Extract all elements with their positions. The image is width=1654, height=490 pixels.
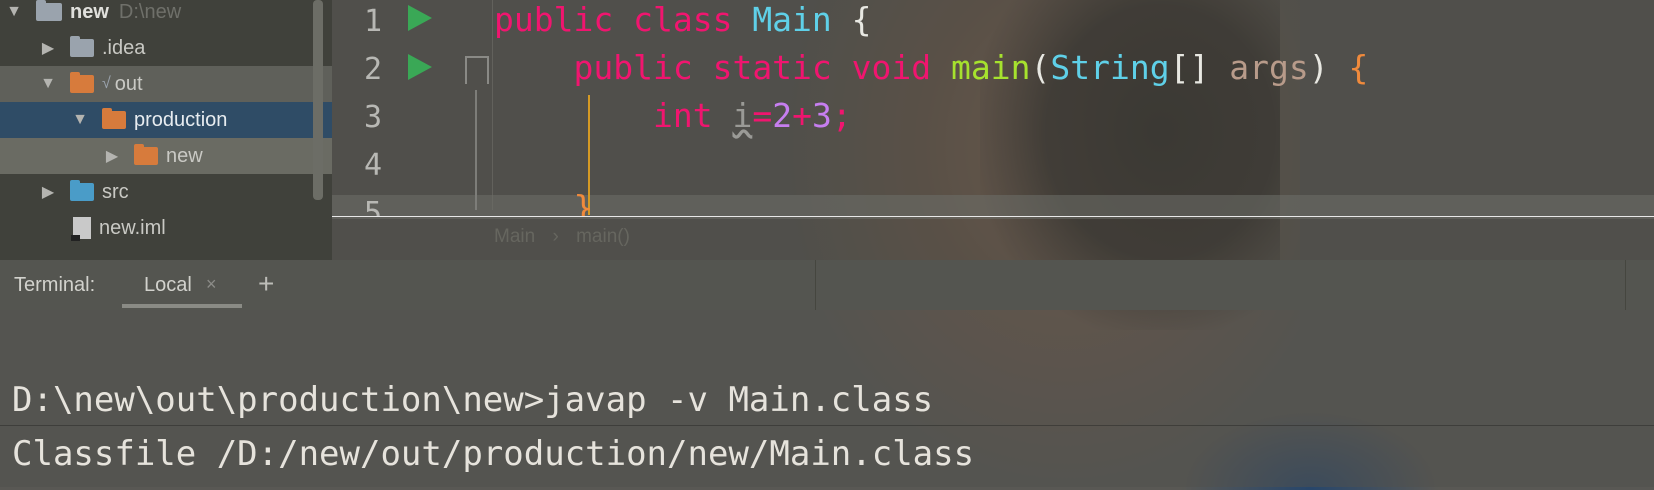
line-number: 1 [363, 4, 382, 39]
terminal-line-command: D:\new\out\production\new>javap -v Main.… [12, 380, 934, 420]
breadcrumb: Main › main() [494, 226, 630, 248]
tree-item-label: production [134, 108, 228, 131]
brace: { [851, 0, 872, 39]
chevron-right-icon[interactable]: ▶ [104, 146, 120, 166]
tab-active-indicator [122, 304, 242, 308]
array-brackets: [] [1169, 48, 1210, 87]
code-editor[interactable]: 1 2 3 4 5 public class Main { public sta… [332, 0, 1654, 260]
line-number: 2 [363, 52, 382, 87]
toolbar-divider [815, 260, 816, 310]
keyword-void: void [851, 48, 932, 87]
brace: } [573, 188, 594, 216]
brace: { [1348, 48, 1369, 87]
chevron-right-icon[interactable]: ▶ [40, 38, 56, 58]
add-tab-button[interactable]: + [258, 268, 274, 300]
line-number: 3 [363, 100, 382, 135]
tree-item-label: new [166, 144, 203, 167]
paren-close: ) [1308, 48, 1329, 87]
project-tree-panel: ▼ new D:\new ▶ .idea ▼ √ out ▼ productio… [0, 0, 332, 260]
code-line-2: public static void main(String[] args) { [494, 48, 1368, 87]
breadcrumb-separator: › [552, 226, 559, 247]
chevron-down-icon[interactable]: ▼ [40, 75, 56, 93]
chevron-down-icon[interactable]: ▼ [72, 111, 88, 129]
project-tree-scrollbar[interactable] [313, 0, 323, 200]
source-folder-icon [70, 180, 94, 201]
method-name: main [951, 48, 1031, 87]
semicolon: ; [831, 96, 852, 135]
tree-item-label: out [114, 72, 143, 95]
line-number: 5 [363, 196, 382, 216]
class-name: Main [752, 0, 832, 39]
breadcrumb-class[interactable]: Main [494, 226, 535, 247]
tab-local[interactable]: Local × [122, 268, 242, 308]
terminal-line-output: Classfile /D:/new/out/production/new/Mai… [12, 434, 975, 474]
fold-collapse-icon[interactable] [465, 56, 489, 84]
keyword-public: public [494, 0, 614, 39]
tree-root-path: D:\new [118, 0, 182, 23]
tree-item-production[interactable]: ▼ production [0, 102, 332, 138]
tree-item-out[interactable]: ▼ √ out [0, 66, 332, 102]
module-folder-icon [36, 0, 62, 21]
paren-open: ( [1030, 48, 1051, 87]
breadcrumb-method[interactable]: main() [576, 226, 630, 247]
line-number: 4 [363, 148, 382, 183]
keyword-class: class [633, 0, 733, 39]
editor-bottom-border [332, 216, 1654, 217]
toolbar-divider [1625, 260, 1626, 310]
tree-item-label: new.iml [99, 216, 166, 239]
excluded-folder-icon [70, 72, 94, 93]
code-line-1: public class Main { [494, 0, 872, 39]
terminal-line-separator [0, 425, 1654, 426]
tree-item-label: src [102, 180, 129, 203]
operator-assign: = [752, 96, 773, 135]
keyword-static: static [712, 48, 832, 87]
terminal-toolbar: Terminal: Local × + [0, 260, 1654, 310]
keyword-int: int [652, 96, 713, 135]
chevron-down-icon[interactable]: ▼ [6, 3, 22, 21]
tree-root-new[interactable]: ▼ new D:\new [0, 0, 332, 30]
tree-item-new[interactable]: ▶ new [0, 138, 332, 174]
tree-item-idea[interactable]: ▶ .idea [0, 30, 332, 66]
tree-item-new-iml[interactable]: new.iml [0, 210, 332, 246]
chevron-right-icon[interactable]: ▶ [40, 182, 56, 202]
param-type: String [1050, 48, 1170, 87]
run-icon[interactable] [408, 54, 432, 80]
run-icon[interactable] [408, 5, 432, 31]
check-icon: √ [102, 75, 111, 92]
keyword-public: public [573, 48, 693, 87]
tree-root-label: new [70, 0, 109, 23]
variable-i: i [732, 96, 753, 135]
number-literal: 2 [772, 96, 793, 135]
operator-plus: + [792, 96, 812, 135]
tab-local-label: Local [144, 274, 192, 296]
fold-guide [475, 90, 477, 210]
module-file-icon [71, 217, 91, 241]
terminal-label: Terminal: [14, 274, 96, 296]
code-line-5: } [494, 188, 593, 216]
number-literal: 3 [811, 96, 832, 135]
terminal-output[interactable]: D:\new\out\production\new>javap -v Main.… [0, 310, 1654, 487]
editor-gutter: 1 2 3 4 5 [332, 0, 492, 260]
folder-icon [134, 144, 158, 165]
gutter-separator [492, 0, 493, 210]
tree-item-src[interactable]: ▶ src [0, 174, 332, 210]
close-icon[interactable]: × [206, 274, 217, 295]
folder-icon [102, 108, 126, 129]
folder-icon [70, 36, 94, 57]
code-line-3: int i=2+3; [494, 96, 852, 135]
tree-item-label: .idea [102, 36, 146, 59]
param-name: args [1229, 48, 1309, 87]
